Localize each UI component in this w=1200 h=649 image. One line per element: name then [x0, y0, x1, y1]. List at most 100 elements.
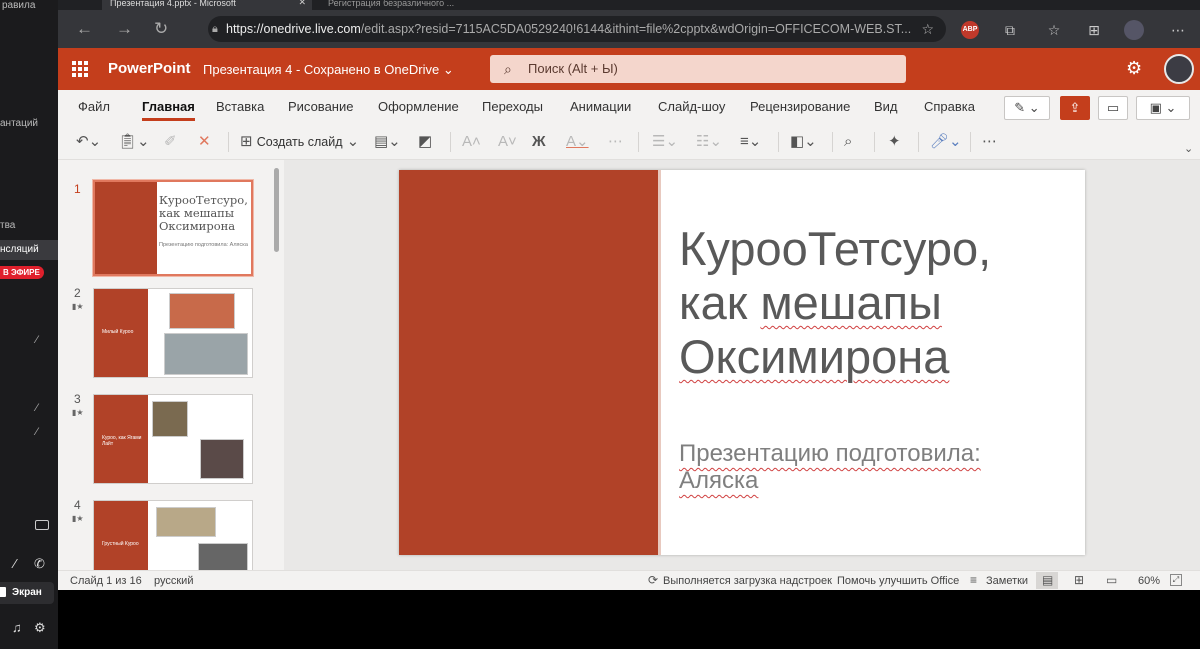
document-title[interactable]: Презентация 4 - Сохранено в OneDrive ⌄	[203, 62, 454, 78]
bullets-icon[interactable]: ☰⌄	[652, 133, 678, 151]
tab-draw[interactable]: Рисование	[288, 99, 353, 114]
present-button[interactable]: ▣ ⌄	[1136, 96, 1190, 120]
tab-slideshow[interactable]: Слайд-шоу	[658, 99, 725, 114]
settings-gear-icon[interactable]: ⚙	[1126, 58, 1142, 79]
addins-status: Выполняется загрузка надстроек	[663, 575, 832, 587]
forward-icon[interactable]: →	[116, 20, 133, 38]
thumbnail-slide-3[interactable]: Куроо, как Ягами Лайт	[93, 394, 253, 484]
search-input[interactable]: ⌕ Поиск (Alt + Ы)	[490, 55, 906, 83]
reading-view-icon[interactable]: ▭	[1106, 573, 1117, 587]
url-field[interactable]: 🔒︎ https://onedrive.live.com/edit.aspx?r…	[208, 16, 946, 42]
close-icon[interactable]: ✕	[298, 0, 306, 7]
tab-insert[interactable]: Вставка	[216, 99, 264, 114]
screen-share-icon[interactable]	[35, 520, 49, 530]
call-icon[interactable]: ✆	[34, 556, 45, 572]
refresh-icon[interactable]: ↻	[154, 20, 168, 38]
fit-slide-icon[interactable]: ⤢	[1170, 574, 1182, 586]
bold-icon[interactable]: Ж	[532, 133, 546, 151]
thumbnail-caption: Куроо, как Ягами Лайт	[102, 435, 142, 447]
comments-button[interactable]: ▭	[1098, 96, 1128, 120]
thumbnail-caption: Милый Куроо	[102, 329, 134, 335]
address-bar: ← → ↻ 🔒︎ https://onedrive.live.com/edit.…	[58, 10, 1200, 48]
zoom-level[interactable]: 60%	[1138, 575, 1160, 587]
language-indicator[interactable]: русский	[154, 575, 193, 587]
status-bar: Слайд 1 из 16 русский ⟳ Выполняется загр…	[58, 570, 1200, 590]
thumbnail-caption: Грустный Куроо	[102, 541, 139, 547]
tab-file[interactable]: Файл	[78, 99, 110, 114]
account-avatar[interactable]	[1164, 54, 1194, 84]
more-options-icon[interactable]: ⋯	[982, 133, 997, 151]
slide-count: Слайд 1 из 16	[70, 575, 142, 587]
background-icon[interactable]: ◩	[418, 133, 432, 151]
collapse-ribbon-icon[interactable]: ⌄	[1184, 140, 1193, 158]
align-icon[interactable]: ≡⌄	[740, 133, 761, 151]
paste-icon[interactable]: 📋︎⌄	[118, 133, 150, 151]
normal-view-icon[interactable]: ▤	[1042, 573, 1053, 587]
decrease-font-icon[interactable]: A˅	[498, 133, 517, 151]
url-path: /edit.aspx?resid=7115AC5DA0529240!6144&i…	[360, 22, 912, 36]
thumbnails-scrollbar[interactable]	[274, 168, 279, 252]
undo-icon[interactable]: ↶⌄	[76, 133, 101, 151]
tab-view[interactable]: Вид	[874, 99, 898, 114]
mic-muted-icon[interactable]: ⁄	[36, 426, 38, 438]
url-host: https://onedrive.live.com	[226, 22, 361, 36]
headphones-icon[interactable]: ♫	[12, 620, 22, 635]
tab-registration[interactable]: Регистрация безразличного ...	[320, 0, 520, 10]
tab-transitions[interactable]: Переходы	[482, 99, 543, 114]
gear-icon[interactable]: ⚙	[34, 620, 46, 636]
adblock-icon[interactable]: ABP	[961, 21, 979, 39]
extensions-puzzle-icon[interactable]: ⧉	[1000, 20, 1020, 40]
tab-review[interactable]: Рецензирование	[750, 99, 850, 114]
improve-office-link[interactable]: Помочь улучшить Office	[837, 575, 959, 587]
new-slide-button[interactable]: ⊞ Создать слайд ⌄	[240, 133, 359, 151]
favorites-icon[interactable]: ☆	[1044, 20, 1064, 40]
notes-button[interactable]: Заметки	[986, 575, 1028, 587]
share-button[interactable]: ⇪	[1060, 96, 1090, 120]
slide-canvas[interactable]: КурооТетсуро, как мешапы Оксимирона През…	[399, 170, 1085, 555]
more-icon[interactable]: ⋯	[1168, 20, 1188, 40]
more-font-icon[interactable]: ⋯	[608, 133, 623, 151]
thumbnail-image	[198, 543, 248, 570]
tab-help[interactable]: Справка	[924, 99, 975, 114]
sidebar-item-broadcasts[interactable]: нсляций	[0, 240, 58, 260]
lock-icon: 🔒︎	[212, 23, 218, 35]
slide-sorter-icon[interactable]: ⊞	[1074, 573, 1084, 587]
tab-strip: Презентация 4.pptx - Microsoft ✕ Регистр…	[58, 0, 1200, 10]
increase-font-icon[interactable]: A˄	[462, 133, 481, 151]
tab-powerpoint[interactable]: Презентация 4.pptx - Microsoft ✕	[102, 0, 312, 10]
thumbnail-slide-2[interactable]: Милый Куроо	[93, 288, 253, 378]
designer-icon[interactable]: ✦	[888, 133, 901, 151]
thumbnail-slide-1[interactable]: КурооТетсуро, как мешапы Оксимирона През…	[92, 179, 254, 277]
numbering-icon[interactable]: ☷⌄	[696, 133, 722, 151]
delete-icon[interactable]: ✕	[198, 133, 211, 151]
find-icon[interactable]: ⌕	[844, 133, 852, 151]
font-color-icon[interactable]: A⌄	[566, 133, 589, 151]
app-name[interactable]: PowerPoint	[108, 60, 191, 77]
editing-mode-button[interactable]: ✎ ⌄	[1004, 96, 1050, 120]
rules-text: равила	[2, 0, 36, 11]
office-header: PowerPoint Презентация 4 - Сохранено в O…	[58, 48, 1200, 90]
thumbnail-number: 1	[74, 182, 81, 196]
collections-icon[interactable]: ⊞	[1084, 20, 1104, 40]
favorite-star-icon[interactable]: ☆	[921, 16, 934, 42]
format-painter-icon[interactable]: ✐	[164, 133, 177, 151]
thumbnail-slide-4[interactable]: Грустный Куроо	[93, 500, 253, 570]
screen-button[interactable]: Экран	[0, 582, 54, 604]
slide-subtitle[interactable]: Презентацию подготовила: Аляска	[679, 440, 1079, 494]
dictate-icon[interactable]: 🎤︎⌄	[930, 133, 962, 151]
thumbnail-red-panel	[94, 501, 148, 570]
app-launcher-icon[interactable]	[72, 61, 88, 77]
back-icon[interactable]: ←	[76, 20, 93, 38]
mute-icon[interactable]: ⁄	[14, 556, 16, 571]
screen-label: Экран	[12, 587, 42, 598]
slide-title[interactable]: КурооТетсуро, как мешапы Оксимирона	[679, 222, 1079, 384]
tab-home[interactable]: Главная	[142, 99, 195, 121]
shapes-icon[interactable]: ◧⌄	[790, 133, 817, 151]
tab-design[interactable]: Оформление	[378, 99, 459, 114]
mic-muted-icon[interactable]: ⁄	[36, 402, 38, 414]
profile-avatar[interactable]	[1124, 20, 1144, 40]
tab-animations[interactable]: Анимации	[570, 99, 631, 114]
voice-controls: ⁄ ✆	[0, 556, 58, 576]
mic-muted-icon[interactable]: ⁄	[36, 334, 38, 346]
layout-icon[interactable]: ▤⌄	[374, 133, 401, 151]
